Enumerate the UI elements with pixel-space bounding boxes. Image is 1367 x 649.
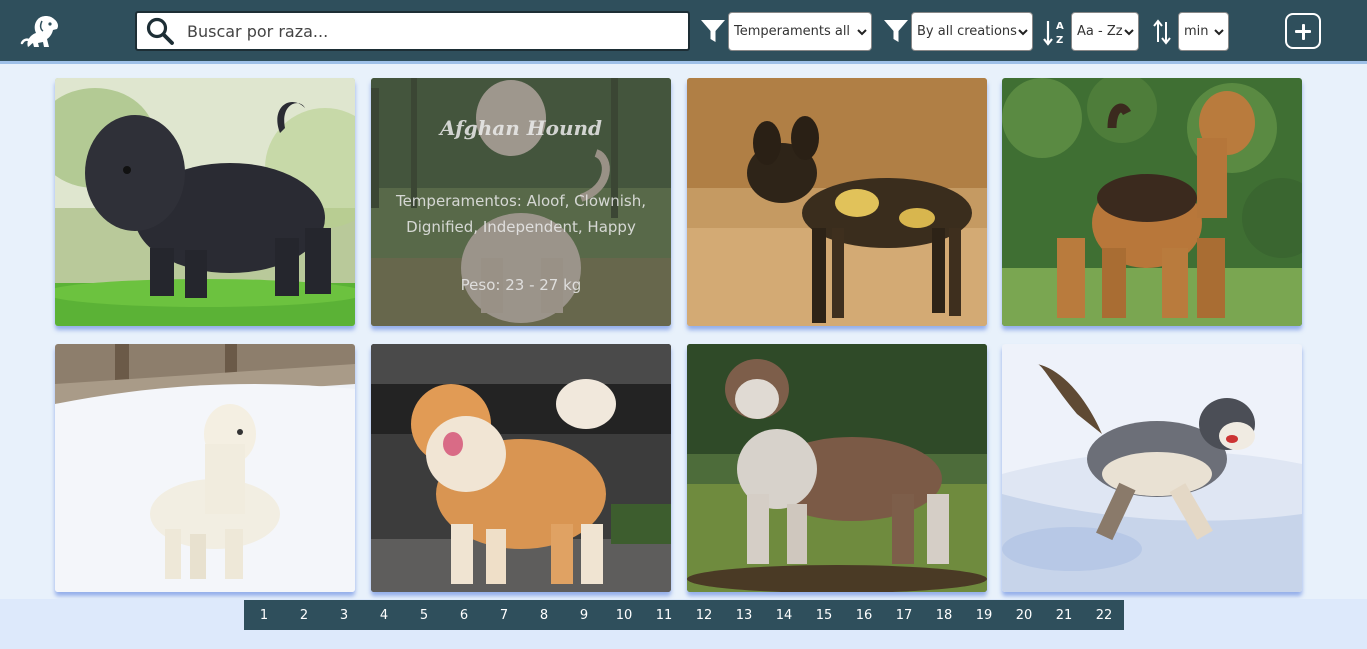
page-button[interactable]: 7 (484, 608, 524, 623)
creations-filter-select[interactable]: By all creations (911, 12, 1033, 51)
dog-card[interactable] (687, 78, 987, 326)
funnel-icon (884, 20, 908, 42)
add-breed-button[interactable] (1285, 13, 1321, 49)
dog-card[interactable] (55, 344, 355, 592)
page-button[interactable]: 2 (284, 608, 324, 623)
creations-filter-value: By all creations (917, 24, 1017, 39)
chevron-down-icon (1124, 29, 1134, 36)
svg-text:Z: Z (1056, 35, 1063, 46)
top-bar: Temperaments all By all creations A Z Aa… (0, 0, 1367, 64)
funnel-icon (701, 20, 725, 42)
weight-sort-select[interactable]: min (1178, 12, 1229, 51)
alpha-sort-select[interactable]: Aa - Zz (1071, 12, 1139, 51)
temperament-filter-value: Temperaments all (734, 24, 851, 39)
breed-temperaments: Temperamentos: Aloof, Clownish, Dignifie… (395, 192, 647, 236)
page-button[interactable]: 16 (844, 608, 884, 623)
page-button[interactable]: 10 (604, 608, 644, 623)
dog-photo (687, 344, 987, 592)
sort-alpha-icon: A Z (1043, 21, 1064, 46)
search-box (135, 11, 690, 51)
alpha-sort-value: Aa - Zz (1077, 24, 1123, 39)
breed-weight: Peso: 23 - 27 kg (460, 276, 582, 294)
search-input[interactable] (187, 21, 667, 41)
dog-card[interactable] (55, 78, 355, 326)
dog-photo (1002, 78, 1302, 326)
page-button[interactable]: 3 (324, 608, 364, 623)
card-hover-overlay: Afghan Hound Temperamentos: Aloof, Clown… (371, 78, 671, 326)
page-button[interactable]: 8 (524, 608, 564, 623)
page-button[interactable]: 12 (684, 608, 724, 623)
svg-text:A: A (1056, 21, 1064, 32)
weight-sort-value: min (1184, 24, 1209, 39)
dog-card[interactable] (1002, 344, 1302, 592)
chevron-down-icon (1214, 29, 1224, 36)
breed-name: Afghan Hound (439, 116, 603, 140)
page-button[interactable]: 1 (244, 608, 284, 623)
dog-card[interactable] (1002, 78, 1302, 326)
dog-photo (687, 78, 987, 326)
page-button[interactable]: 21 (1044, 608, 1084, 623)
chevron-down-icon (857, 29, 867, 36)
page-button[interactable]: 9 (564, 608, 604, 623)
search-icon[interactable] (145, 16, 175, 46)
page-button[interactable]: 5 (404, 608, 444, 623)
page-button[interactable]: 20 (1004, 608, 1044, 623)
page-button[interactable]: 6 (444, 608, 484, 623)
page-button[interactable]: 15 (804, 608, 844, 623)
page-button[interactable]: 4 (364, 608, 404, 623)
page-button[interactable]: 14 (764, 608, 804, 623)
page-button[interactable]: 18 (924, 608, 964, 623)
dog-card-hovered[interactable]: Afghan Hound Temperamentos: Aloof, Clown… (371, 78, 671, 326)
dog-photo (55, 78, 355, 326)
dog-card[interactable] (371, 344, 671, 592)
dog-photo (55, 344, 355, 592)
dog-card[interactable] (687, 344, 987, 592)
page-button[interactable]: 17 (884, 608, 924, 623)
chevron-down-icon (1018, 29, 1028, 36)
dog-logo-icon[interactable] (20, 13, 62, 51)
page-button[interactable]: 19 (964, 608, 1004, 623)
pagination: 1 2 3 4 5 6 7 8 9 10 11 12 13 14 15 16 17 18 19 20 21 22 (244, 600, 1124, 630)
dog-photo (1002, 344, 1302, 592)
page-button[interactable]: 13 (724, 608, 764, 623)
page-button[interactable]: 11 (644, 608, 684, 623)
page-button[interactable]: 22 (1084, 608, 1124, 623)
sort-arrows-icon (1153, 19, 1171, 45)
temperament-filter-select[interactable]: Temperaments all (728, 12, 872, 51)
dog-photo (371, 344, 671, 592)
